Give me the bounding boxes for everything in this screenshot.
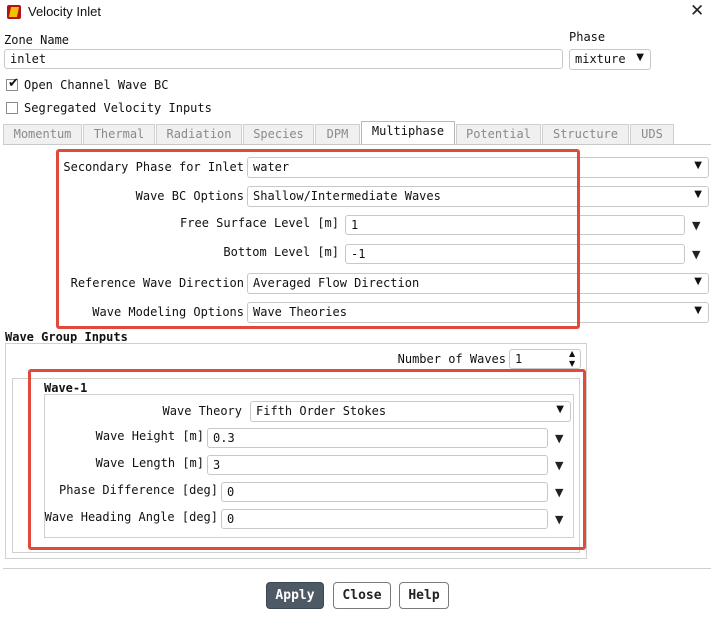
- zone-name-field[interactable]: inlet: [4, 49, 563, 69]
- free-surface-dropdown-icon[interactable]: ▼: [692, 219, 700, 232]
- close-button[interactable]: Close: [333, 582, 391, 609]
- title-bar: [0, 0, 714, 26]
- segregated-velocity-checkbox[interactable]: [6, 102, 18, 114]
- tab-species[interactable]: Species: [243, 124, 314, 144]
- window-title: Velocity Inlet: [28, 4, 101, 19]
- tab-multiphase[interactable]: Multiphase: [361, 121, 455, 145]
- phase-difference-dropdown-icon[interactable]: ▼: [555, 486, 563, 499]
- reference-wave-direction-label: Reference Wave Direction: [70, 276, 244, 290]
- reference-wave-direction-select[interactable]: Averaged Flow Direction ▼: [247, 273, 709, 294]
- tab-thermal[interactable]: Thermal: [83, 124, 155, 144]
- chevron-down-icon: ▼: [556, 404, 564, 415]
- segregated-velocity-label: Segregated Velocity Inputs: [24, 101, 212, 115]
- wave-heading-angle-label: Wave Heading Angle [deg]: [44, 510, 218, 524]
- chevron-down-icon: ▼: [636, 52, 644, 63]
- secondary-phase-value: water: [253, 160, 290, 174]
- wave-theory-label: Wave Theory: [162, 404, 242, 418]
- wave-modeling-options-value: Wave Theories: [253, 305, 347, 319]
- bottom-level-field[interactable]: -1: [345, 244, 685, 264]
- number-of-waves-label: Number of Waves: [397, 352, 506, 366]
- help-button[interactable]: Help: [399, 582, 449, 609]
- free-surface-level-label: Free Surface Level [m]: [180, 216, 339, 230]
- bottom-level-label: Bottom Level [m]: [223, 245, 339, 259]
- wave-bc-options-select[interactable]: Shallow/Intermediate Waves ▼: [247, 186, 709, 207]
- open-channel-checkbox[interactable]: ✔: [6, 76, 19, 91]
- wave-bc-options-value: Shallow/Intermediate Waves: [253, 189, 441, 203]
- tab-momentum[interactable]: Momentum: [3, 124, 82, 144]
- fluent-app-icon: [7, 5, 21, 19]
- wave-length-label: Wave Length [m]: [95, 456, 204, 470]
- reference-wave-direction-value: Averaged Flow Direction: [253, 276, 420, 290]
- checkmark-icon: ✔: [8, 76, 19, 91]
- phase-value: mixture: [575, 52, 626, 66]
- bottom-level-dropdown-icon[interactable]: ▼: [692, 248, 700, 261]
- chevron-down-icon: ▼: [694, 276, 702, 287]
- chevron-down-icon: ▼: [694, 305, 702, 316]
- phase-select[interactable]: mixture ▼: [569, 49, 651, 70]
- phase-difference-label: Phase Difference [deg]: [59, 483, 218, 497]
- tab-uds[interactable]: UDS: [630, 124, 674, 144]
- apply-button[interactable]: Apply: [266, 582, 324, 609]
- footer-divider: [3, 568, 711, 569]
- zone-name-label: Zone Name: [4, 33, 70, 47]
- wave-bc-options-label: Wave BC Options: [135, 189, 244, 203]
- spin-down-icon[interactable]: ▼: [569, 359, 575, 368]
- wave-modeling-options-label: Wave Modeling Options: [92, 305, 244, 319]
- tab-radiation[interactable]: Radiation: [156, 124, 242, 144]
- wave-theory-value: Fifth Order Stokes: [256, 404, 387, 418]
- tab-structure[interactable]: Structure: [542, 124, 629, 144]
- secondary-phase-select[interactable]: water ▼: [247, 157, 709, 178]
- tab-dpm[interactable]: DPM: [315, 124, 360, 144]
- wave-group-title: Wave Group Inputs: [5, 330, 128, 344]
- tab-divider: [3, 144, 711, 145]
- wave-theory-select[interactable]: Fifth Order Stokes ▼: [250, 401, 571, 422]
- secondary-phase-label: Secondary Phase for Inlet: [63, 160, 244, 174]
- free-surface-level-field[interactable]: 1: [345, 215, 685, 235]
- phase-label: Phase: [569, 30, 606, 44]
- wave-heading-angle-field[interactable]: 0: [221, 509, 548, 529]
- close-window-icon[interactable]: ✕: [690, 1, 704, 21]
- wave-modeling-options-select[interactable]: Wave Theories ▼: [247, 302, 709, 323]
- wave-length-field[interactable]: 3: [207, 455, 548, 475]
- tab-potential[interactable]: Potential: [456, 124, 541, 144]
- wave-height-label: Wave Height [m]: [95, 429, 204, 443]
- wave-height-field[interactable]: 0.3: [207, 428, 548, 448]
- chevron-down-icon: ▼: [694, 160, 702, 171]
- spin-up-icon[interactable]: ▲: [569, 349, 575, 358]
- chevron-down-icon: ▼: [694, 189, 702, 200]
- wave-1-title: Wave-1: [44, 381, 88, 395]
- wave-heading-angle-dropdown-icon[interactable]: ▼: [555, 513, 563, 526]
- wave-height-dropdown-icon[interactable]: ▼: [555, 432, 563, 445]
- open-channel-label: Open Channel Wave BC: [24, 78, 169, 92]
- wave-length-dropdown-icon[interactable]: ▼: [555, 459, 563, 472]
- phase-difference-field[interactable]: 0: [221, 482, 548, 502]
